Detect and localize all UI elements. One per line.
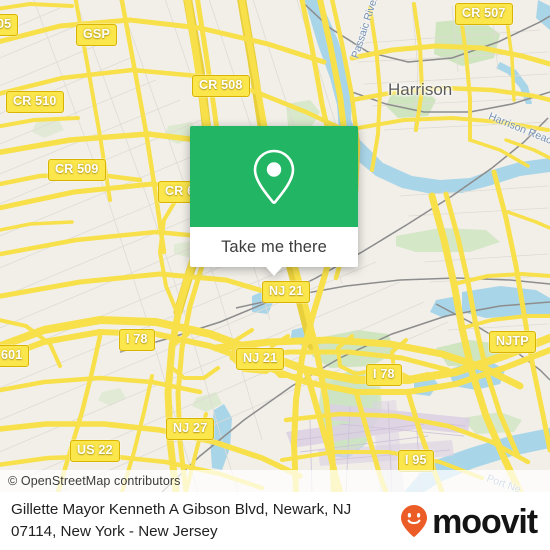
shield-cr-509: CR 509	[48, 159, 106, 181]
map-canvas[interactable]: .rd { stroke:#f7e04a; stroke-linecap:rou…	[0, 0, 550, 492]
shield-cr-505: 05	[0, 14, 19, 36]
footer-bar: Gillette Mayor Kenneth A Gibson Blvd, Ne…	[0, 492, 550, 550]
shield-cr-510: CR 510	[6, 91, 64, 113]
location-pin-icon	[253, 149, 295, 204]
shield-cr-508: CR 508	[192, 75, 250, 97]
shield-cr-507: CR 507	[455, 3, 513, 25]
callout-icon-area	[190, 126, 358, 227]
moovit-map-screenshot: .rd { stroke:#f7e04a; stroke-linecap:rou…	[0, 0, 550, 550]
shield-cr-601: 601	[0, 345, 30, 367]
shield-i-78-left: I 78	[119, 329, 155, 351]
shield-nj-21-upper: NJ 21	[262, 281, 311, 303]
shield-nj-21-lower: NJ 21	[236, 348, 285, 370]
destination-callout-card[interactable]: Take me there	[190, 126, 358, 276]
shield-njtp: NJTP	[489, 331, 536, 353]
osm-attribution-text: © OpenStreetMap contributors	[8, 474, 181, 488]
shield-gsp: GSP	[76, 24, 117, 46]
shield-nj-27: NJ 27	[166, 418, 215, 440]
address-caption: Gillette Mayor Kenneth A Gibson Blvd, Ne…	[11, 501, 352, 540]
moovit-logo[interactable]: moovit	[399, 503, 550, 541]
moovit-smiley-pin-icon	[401, 505, 428, 537]
callout-tail	[265, 266, 283, 276]
take-me-there-label: Take me there	[221, 237, 327, 256]
place-label-harrison: Harrison	[388, 80, 453, 99]
shield-us-22: US 22	[70, 440, 120, 462]
shield-i-78-center: I 78	[366, 364, 402, 386]
take-me-there-button[interactable]: Take me there	[190, 227, 358, 276]
shield-i-95: I 95	[398, 450, 434, 472]
map-attribution-bar: © OpenStreetMap contributors	[0, 470, 550, 492]
moovit-wordmark: moovit	[432, 503, 538, 541]
